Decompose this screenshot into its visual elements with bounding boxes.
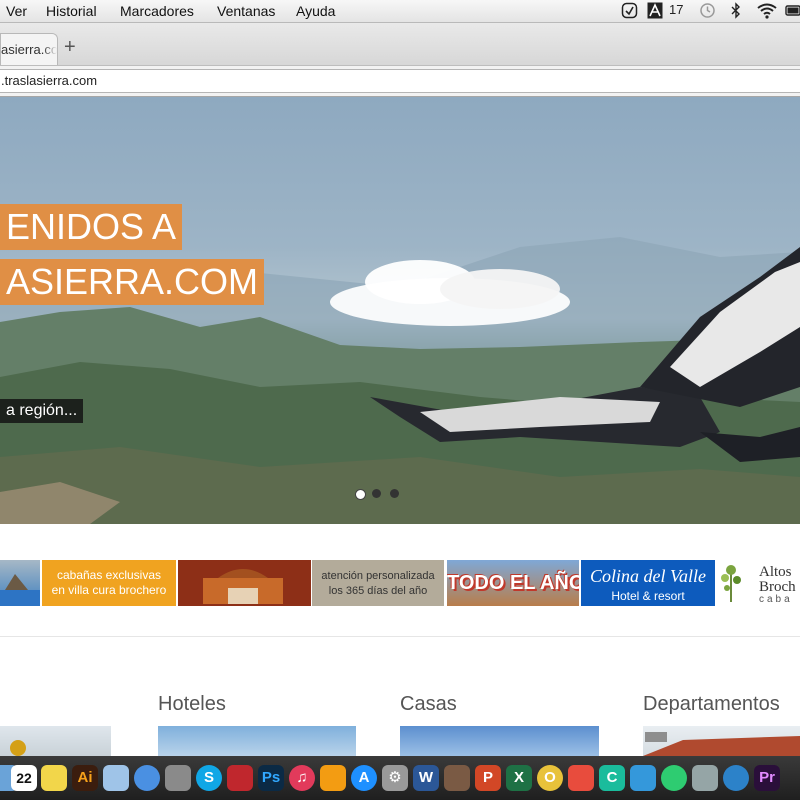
menu-historial[interactable]: Historial (46, 3, 97, 19)
excel-icon[interactable]: X (506, 765, 532, 791)
hero-image (0, 237, 800, 524)
network-icon[interactable] (661, 765, 687, 791)
calendar-day: 22 (16, 770, 32, 786)
satellite-icon[interactable] (692, 765, 718, 791)
app-store-icon[interactable]: A (351, 765, 377, 791)
itunes-icon[interactable]: ♫ (289, 765, 315, 791)
popcorn-icon[interactable] (568, 765, 594, 791)
banner-colina-del-valle[interactable]: Colina del Valle Hotel & resort (581, 560, 715, 606)
browser-toolbar: .traslasierra.com (0, 66, 800, 97)
tab-traslasierra[interactable]: asierra.co (0, 33, 58, 65)
slider-dot-2[interactable] (372, 489, 381, 498)
messages-icon[interactable] (134, 765, 160, 791)
quicktime-icon[interactable] (723, 765, 749, 791)
cocoa-icon[interactable]: C (599, 765, 625, 791)
menu-marcadores[interactable]: Marcadores (120, 3, 194, 19)
hero-slider: ENIDOS A ASIERRA.COM a región... (0, 97, 800, 524)
category-departamentos-title[interactable]: Departamentos (643, 693, 780, 716)
photoshop-icon[interactable]: Ps (258, 765, 284, 791)
checkbox-status-icon[interactable] (621, 2, 638, 22)
address-bar[interactable]: .traslasierra.com (0, 69, 800, 93)
banner-atencion[interactable]: atención personalizada los 365 días del … (312, 560, 444, 606)
category-thumb-departamentos[interactable] (643, 726, 800, 756)
keynote-icon[interactable] (444, 765, 470, 791)
menu-ayuda[interactable]: Ayuda (296, 3, 335, 19)
ibooks-icon[interactable] (320, 765, 346, 791)
word-icon[interactable]: W (413, 765, 439, 791)
powerpoint-icon[interactable]: P (475, 765, 501, 791)
banner-altos-brochero[interactable]: Altos Broch caba (717, 560, 800, 606)
category-thumb-hoteles[interactable] (158, 726, 356, 756)
new-tab-button[interactable]: + (64, 37, 76, 57)
category-thumb-casas[interactable] (400, 726, 599, 756)
status-count: 17 (669, 2, 684, 17)
hero-title-line2: ASIERRA.COM (0, 259, 265, 305)
category-casas-title[interactable]: Casas (400, 693, 457, 716)
opera-icon[interactable]: O (537, 765, 563, 791)
menu-bar: Ver Historial Marcadores Ventanas Ayuda … (0, 0, 800, 23)
section-divider (0, 636, 800, 637)
slider-dot-3[interactable] (390, 489, 399, 498)
illustrator-icon[interactable]: Ai (72, 765, 98, 791)
category-thumb-0[interactable] (0, 726, 111, 756)
menu-ver[interactable]: Ver (6, 3, 27, 19)
slider-dot-1[interactable] (355, 489, 366, 500)
system-preferences-icon[interactable]: ⚙ (382, 765, 408, 791)
photo-booth-icon[interactable] (227, 765, 253, 791)
menu-ventanas[interactable]: Ventanas (217, 3, 275, 19)
banner-cabanas[interactable]: cabañas exclusivas en villa cura brocher… (42, 560, 176, 606)
facetime-icon[interactable] (165, 765, 191, 791)
bluetooth-icon[interactable] (731, 2, 741, 22)
calendar-icon[interactable]: 22 (11, 765, 37, 791)
tab-bar: asierra.co + (0, 23, 800, 66)
sponsor-banners: cabañas exclusivas en villa cura brocher… (0, 560, 800, 606)
battery-icon[interactable] (785, 2, 800, 22)
preview-icon[interactable] (103, 765, 129, 791)
hero-title-line1: ENIDOS A (0, 204, 183, 250)
dock: 22 Ai S Ps ♫ A ⚙ W P X O C Pr (0, 756, 800, 800)
skype-icon[interactable]: S (196, 765, 222, 791)
banner-bedroom[interactable] (178, 560, 311, 606)
category-hoteles-title[interactable]: Hoteles (158, 693, 226, 716)
banner-todo-el-ano[interactable]: TODO EL AÑO (447, 560, 579, 606)
adobe-status-icon[interactable] (647, 2, 663, 22)
url-text: .traslasierra.com (1, 73, 98, 88)
hero-subtitle: a región... (0, 399, 84, 423)
c-app-icon[interactable] (630, 765, 656, 791)
stickies-icon[interactable] (41, 765, 67, 791)
wifi-icon[interactable] (756, 2, 778, 22)
premiere-icon[interactable]: Pr (754, 765, 780, 791)
banner-pool[interactable] (0, 560, 40, 606)
time-machine-icon[interactable] (699, 2, 716, 22)
